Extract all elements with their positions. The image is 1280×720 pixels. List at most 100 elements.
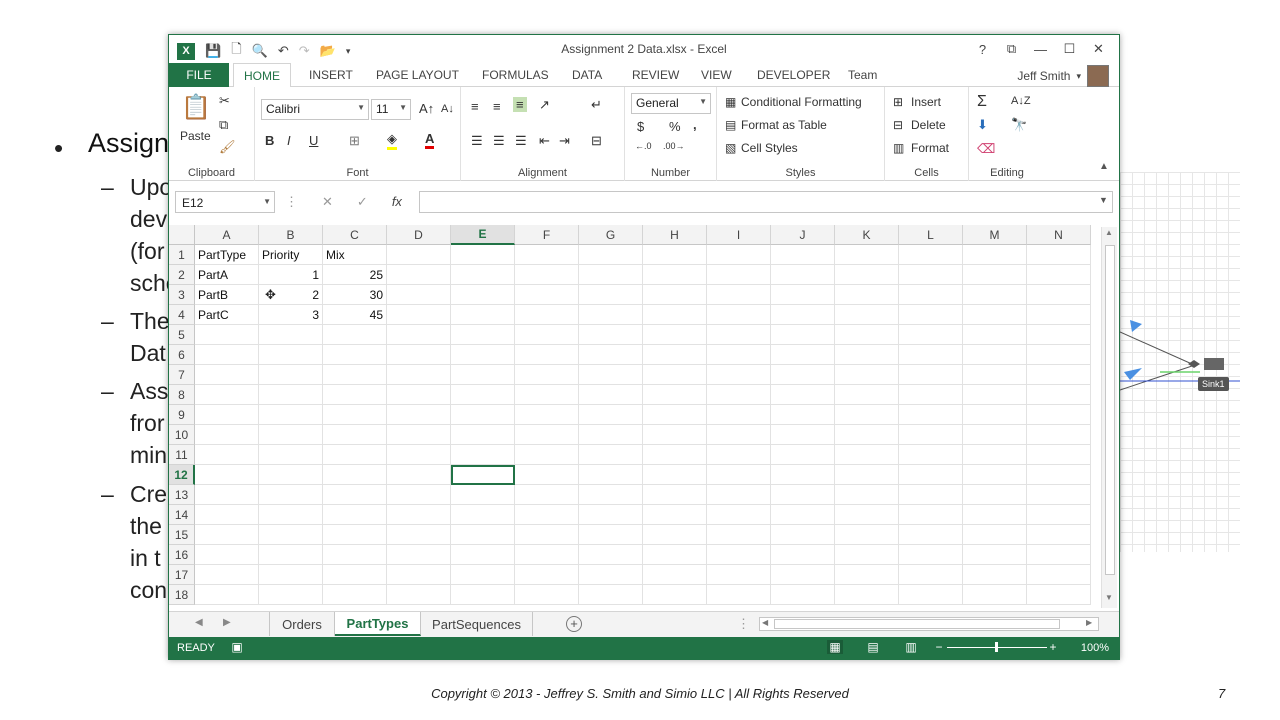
cell-g9[interactable] (579, 405, 643, 425)
increase-indent-icon[interactable]: ⇥ (559, 133, 570, 149)
cell-l15[interactable] (899, 525, 963, 545)
cell-l9[interactable] (899, 405, 963, 425)
cell-a18[interactable] (195, 585, 259, 605)
cell-b17[interactable] (259, 565, 323, 585)
decrease-decimal-icon[interactable]: .00→ (663, 141, 685, 151)
cell-h6[interactable] (643, 345, 707, 365)
scroll-up-icon[interactable]: ▲ (1105, 228, 1113, 237)
cell-n6[interactable] (1027, 345, 1091, 365)
column-header-f[interactable]: F (515, 225, 579, 245)
cell-m9[interactable] (963, 405, 1027, 425)
cell-j5[interactable] (771, 325, 835, 345)
cell-m1[interactable] (963, 245, 1027, 265)
cell-c12[interactable] (323, 465, 387, 485)
font-name-select[interactable]: Calibri ▼ (261, 99, 369, 120)
row-header-4[interactable]: 4 (169, 305, 195, 325)
cell-m15[interactable] (963, 525, 1027, 545)
cell-n9[interactable] (1027, 405, 1091, 425)
column-header-i[interactable]: I (707, 225, 771, 245)
cell-j18[interactable] (771, 585, 835, 605)
cell-k10[interactable] (835, 425, 899, 445)
cell-f16[interactable] (515, 545, 579, 565)
decrease-indent-icon[interactable]: ⇤ (539, 133, 550, 149)
cell-j4[interactable] (771, 305, 835, 325)
ribbon-display-options-icon[interactable]: ⧉ (997, 38, 1026, 60)
cell-b7[interactable] (259, 365, 323, 385)
row-header-17[interactable]: 17 (169, 565, 195, 585)
cell-a13[interactable] (195, 485, 259, 505)
cell-c3[interactable]: 30 (323, 285, 387, 305)
cell-a5[interactable] (195, 325, 259, 345)
cell-a1[interactable]: PartType (195, 245, 259, 265)
cell-b15[interactable] (259, 525, 323, 545)
cell-j3[interactable] (771, 285, 835, 305)
fill-icon[interactable]: ⬇ (977, 117, 988, 133)
cell-l14[interactable] (899, 505, 963, 525)
cell-g7[interactable] (579, 365, 643, 385)
cell-g16[interactable] (579, 545, 643, 565)
cell-f4[interactable] (515, 305, 579, 325)
align-left-icon[interactable]: ☰ (471, 133, 483, 149)
tab-file[interactable]: FILE (169, 63, 229, 87)
cell-n11[interactable] (1027, 445, 1091, 465)
formula-input[interactable] (419, 191, 1113, 213)
paste-button[interactable]: Paste (180, 129, 211, 143)
cell-f11[interactable] (515, 445, 579, 465)
comma-style-button[interactable]: , (693, 117, 697, 132)
cell-h7[interactable] (643, 365, 707, 385)
insert-cells-button[interactable]: Insert (911, 95, 941, 109)
cell-m7[interactable] (963, 365, 1027, 385)
cell-g4[interactable] (579, 305, 643, 325)
column-header-n[interactable]: N (1027, 225, 1091, 245)
wrap-text-icon[interactable]: ↵ (591, 97, 602, 113)
cell-n7[interactable] (1027, 365, 1091, 385)
cell-k14[interactable] (835, 505, 899, 525)
borders-icon[interactable]: ⊞ (349, 133, 360, 149)
cell-n8[interactable] (1027, 385, 1091, 405)
cell-d15[interactable] (387, 525, 451, 545)
cell-i7[interactable] (707, 365, 771, 385)
split-handle-icon[interactable]: ⋮ (737, 616, 750, 632)
column-header-d[interactable]: D (387, 225, 451, 245)
cell-m13[interactable] (963, 485, 1027, 505)
align-middle-icon[interactable]: ≡ (493, 99, 501, 114)
shrink-font-icon[interactable]: A↓ (441, 103, 454, 115)
cell-k18[interactable] (835, 585, 899, 605)
cell-e7[interactable] (451, 365, 515, 385)
cell-h4[interactable] (643, 305, 707, 325)
cell-c2[interactable]: 25 (323, 265, 387, 285)
cell-b1[interactable]: Priority (259, 245, 323, 265)
cell-i16[interactable] (707, 545, 771, 565)
cell-f18[interactable] (515, 585, 579, 605)
cell-m14[interactable] (963, 505, 1027, 525)
cell-j9[interactable] (771, 405, 835, 425)
cell-k11[interactable] (835, 445, 899, 465)
column-header-m[interactable]: M (963, 225, 1027, 245)
cell-i6[interactable] (707, 345, 771, 365)
cell-i1[interactable] (707, 245, 771, 265)
cell-n10[interactable] (1027, 425, 1091, 445)
cell-g3[interactable] (579, 285, 643, 305)
cut-icon[interactable]: ✂ (219, 93, 230, 109)
cell-c7[interactable] (323, 365, 387, 385)
cell-l8[interactable] (899, 385, 963, 405)
column-header-a[interactable]: A (195, 225, 259, 245)
cell-e11[interactable] (451, 445, 515, 465)
cell-k6[interactable] (835, 345, 899, 365)
cell-a8[interactable] (195, 385, 259, 405)
cell-d2[interactable] (387, 265, 451, 285)
cell-k5[interactable] (835, 325, 899, 345)
expand-formula-bar-icon[interactable]: ▼ (1099, 195, 1108, 205)
increase-decimal-icon[interactable]: ←.0 (635, 141, 652, 151)
cell-styles-button[interactable]: Cell Styles (741, 141, 798, 155)
cell-m6[interactable] (963, 345, 1027, 365)
row-header-13[interactable]: 13 (169, 485, 195, 505)
row-header-1[interactable]: 1 (169, 245, 195, 265)
cell-j14[interactable] (771, 505, 835, 525)
delete-cells-button[interactable]: Delete (911, 118, 946, 132)
cell-b9[interactable] (259, 405, 323, 425)
cell-g18[interactable] (579, 585, 643, 605)
cell-k2[interactable] (835, 265, 899, 285)
cell-b4[interactable]: 3 (259, 305, 323, 325)
cell-g10[interactable] (579, 425, 643, 445)
